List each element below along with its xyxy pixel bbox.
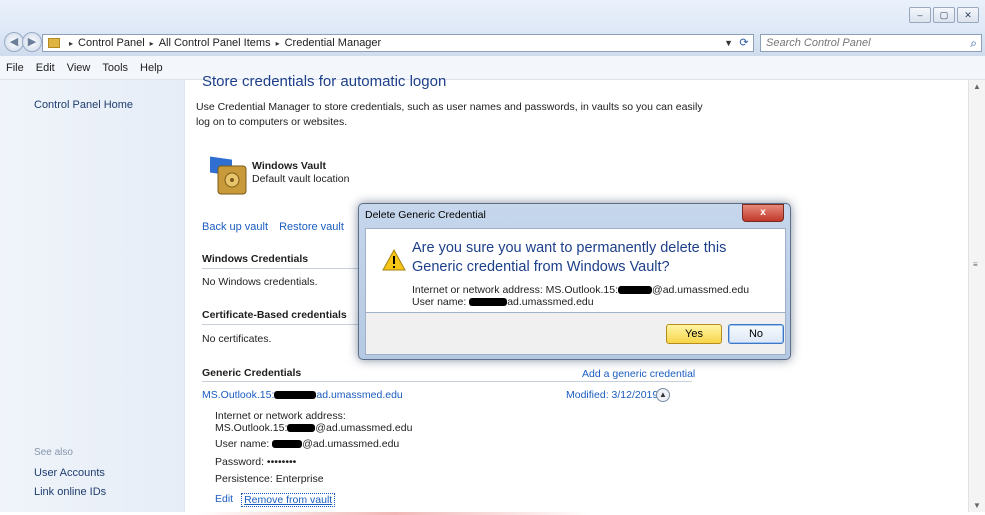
menu-edit[interactable]: Edit <box>30 62 61 74</box>
modified-date: Modified: 3/12/2019 <box>566 389 659 401</box>
dialog-body: Are you sure you want to permanently del… <box>365 228 786 313</box>
window-controls: ‒ ▢ ✕ <box>907 7 979 23</box>
windows-credentials-empty: No Windows credentials. <box>202 276 318 288</box>
dialog-footer: Yes No <box>365 313 786 355</box>
windows-vault-icon <box>210 156 247 195</box>
title-bar: ‒ ▢ ✕ <box>0 0 985 28</box>
address-row: ◀ ▶ ▸ Control Panel ▸ All Control Panel … <box>0 28 985 56</box>
see-also-label: See also <box>34 447 73 458</box>
no-button[interactable]: No <box>728 324 784 344</box>
link-online-ids-link[interactable]: Link online IDs <box>34 486 106 498</box>
redaction-mark <box>287 424 316 433</box>
dialog-close-button[interactable]: x <box>742 204 784 222</box>
vertical-scrollbar[interactable]: ▲ ≡ ▼ <box>968 80 985 515</box>
dialog-credential-details: Internet or network address: MS.Outlook.… <box>412 284 749 308</box>
menu-tools[interactable]: Tools <box>96 62 134 74</box>
restore-vault-link[interactable]: Restore vault <box>279 221 344 233</box>
scroll-thumb-grip-icon[interactable]: ≡ <box>973 260 978 269</box>
scroll-up-icon[interactable]: ▲ <box>973 82 981 91</box>
forward-arrow-icon[interactable]: ▶ <box>22 32 42 52</box>
redaction-mark <box>272 440 303 449</box>
redaction-mark <box>469 298 508 307</box>
breadcrumb-all-items[interactable]: All Control Panel Items <box>159 37 271 49</box>
certificate-credentials-title: Certificate-Based credentials <box>202 309 347 321</box>
close-window-button[interactable]: ✕ <box>957 7 979 23</box>
page-title: Store credentials for automatic logon <box>202 73 447 90</box>
divider <box>202 381 692 382</box>
menu-file[interactable]: File <box>0 62 30 74</box>
folder-icon <box>48 38 60 48</box>
menu-bar: File Edit View Tools Help <box>0 56 985 80</box>
breadcrumb-credential-manager[interactable]: Credential Manager <box>285 37 382 49</box>
search-icon[interactable]: ⌕ <box>970 36 977 51</box>
edit-link[interactable]: Edit <box>215 493 233 507</box>
generic-credential-entry[interactable]: MS.Outlook.15: ad.umassmed.edu <box>202 389 403 401</box>
detail-address-value: MS.Outlook.15: @ad.umassmed.edu <box>215 422 413 434</box>
vault-links: Back up vault Restore vault <box>202 221 352 233</box>
dialog-user-line: User name: ad.umassmed.edu <box>412 296 594 308</box>
address-bar[interactable]: ▸ Control Panel ▸ All Control Panel Item… <box>42 34 754 52</box>
dialog-title: Delete Generic Credential <box>365 209 486 221</box>
windows-credentials-title: Windows Credentials <box>202 253 309 265</box>
address-dropdown-icon[interactable]: ▼ <box>724 35 733 51</box>
credential-manager-window: ‒ ▢ ✕ ◀ ▶ ▸ Control Panel ▸ All Control … <box>0 0 985 515</box>
remove-from-vault-link[interactable]: Remove from vault <box>241 493 336 507</box>
redaction-mark <box>274 391 317 400</box>
detail-user-name: User name: @ad.umassmed.edu <box>215 438 400 450</box>
refresh-icon[interactable]: ⟳ <box>737 36 751 50</box>
vault-description: Default vault location <box>252 173 350 185</box>
search-input[interactable] <box>766 37 956 49</box>
redaction-mark <box>618 286 653 295</box>
control-panel-home-link[interactable]: Control Panel Home <box>34 99 133 111</box>
user-accounts-link[interactable]: User Accounts <box>34 467 105 479</box>
detail-address-label: Internet or network address: <box>215 410 346 422</box>
back-up-vault-link[interactable]: Back up vault <box>202 221 268 233</box>
detail-password: Password: •••••••• <box>215 456 297 468</box>
credential-actions: Edit Remove from vault <box>215 493 336 507</box>
search-box[interactable]: ⌕ <box>760 34 982 52</box>
minimize-button[interactable]: ‒ <box>909 7 931 23</box>
dialog-question: Are you sure you want to permanently del… <box>412 240 727 275</box>
back-arrow-icon[interactable]: ◀ <box>4 32 24 52</box>
vault-name: Windows Vault <box>252 160 326 172</box>
scroll-down-icon[interactable]: ▼ <box>973 501 981 510</box>
menu-help[interactable]: Help <box>134 62 169 74</box>
maximize-button[interactable]: ▢ <box>933 7 955 23</box>
collapse-chevron-icon[interactable]: ▲ <box>656 388 670 402</box>
generic-credentials-title: Generic Credentials <box>202 367 302 379</box>
warning-icon <box>382 249 406 271</box>
detail-persistence: Persistence: Enterprise <box>215 473 324 485</box>
yes-button[interactable]: Yes <box>666 324 722 344</box>
dialog-address-line: Internet or network address: MS.Outlook.… <box>412 284 750 296</box>
add-generic-credential-link[interactable]: Add a generic credential <box>582 368 695 380</box>
certificates-empty: No certificates. <box>202 333 272 345</box>
intro-text: Use Credential Manager to store credenti… <box>196 101 703 128</box>
delete-credential-dialog: Delete Generic Credential x Are you sure… <box>358 203 791 360</box>
left-navigation-pane: Control Panel Home See also User Account… <box>0 80 185 515</box>
menu-view[interactable]: View <box>61 62 97 74</box>
breadcrumb-control-panel[interactable]: Control Panel <box>78 37 145 49</box>
